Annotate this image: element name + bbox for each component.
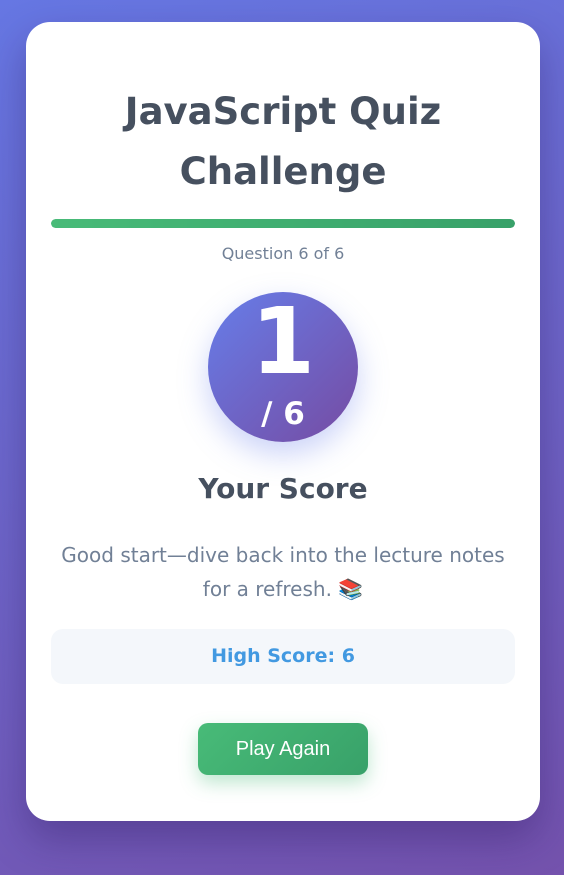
question-counter: Question 6 of 6 bbox=[221, 244, 345, 263]
score-total: / 6 bbox=[261, 396, 305, 432]
high-score-box: High Score: 6 bbox=[51, 629, 515, 684]
progress-bar-fill bbox=[51, 219, 515, 228]
quiz-card: JavaScript Quiz Challenge Question 6 of … bbox=[26, 22, 540, 821]
feedback-message: Good start—dive back into the lecture no… bbox=[61, 543, 505, 601]
score-label: Your Score bbox=[198, 472, 368, 505]
high-score-text: High Score: 6 bbox=[211, 645, 355, 667]
score-value: 1 bbox=[250, 288, 315, 395]
quiz-title: JavaScript Quiz Challenge bbox=[124, 90, 442, 193]
score-circle: 1 / 6 bbox=[208, 292, 358, 442]
progress-bar bbox=[51, 219, 515, 228]
play-again-button[interactable]: Play Again bbox=[198, 723, 368, 775]
